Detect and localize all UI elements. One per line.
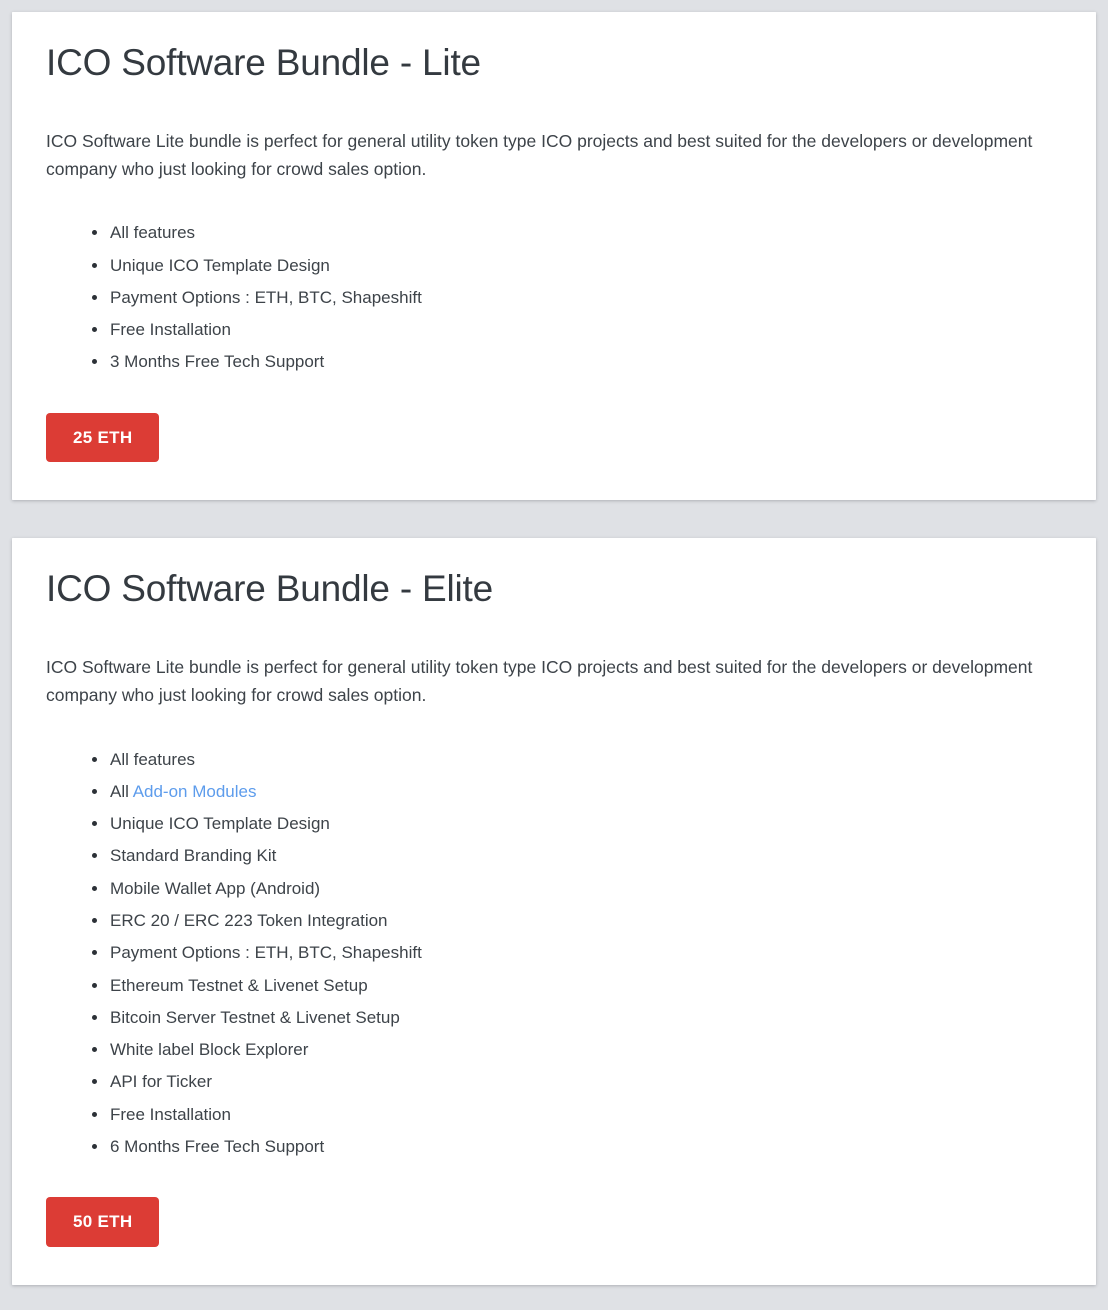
feature-list-item: Payment Options : ETH, BTC, Shapeshift [92,937,1062,969]
pricing-card-elite: ICO Software Bundle - Elite ICO Software… [12,538,1096,1285]
feature-list-item: Mobile Wallet App (Android) [92,873,1062,905]
bundle-description: ICO Software Lite bundle is perfect for … [46,130,1033,179]
feature-text: Free Installation [110,320,231,340]
feature-list-item: All features [92,217,1062,249]
feature-list-item: Free Installation [92,1099,1062,1131]
feature-text: Payment Options : ETH, BTC, Shapeshift [110,287,422,307]
feature-text: Unique ICO Template Design [110,255,330,275]
feature-text: All [110,781,133,801]
feature-text: Payment Options : ETH, BTC, Shapeshift [110,943,422,963]
feature-text: White label Block Explorer [110,1040,309,1060]
add-on-modules-link[interactable]: Add-on Modules [133,782,257,801]
feature-text: Bitcoin Server Testnet & Livenet Setup [110,1007,400,1027]
feature-list-item: Unique ICO Template Design [92,808,1062,840]
feature-list-item: 6 Months Free Tech Support [92,1131,1062,1163]
feature-text: Ethereum Testnet & Livenet Setup [110,975,368,995]
feature-text: Unique ICO Template Design [110,814,330,834]
feature-list-lite: All features Unique ICO Template Design Pa… [46,217,1062,378]
feature-text: Standard Branding Kit [110,846,277,866]
feature-list-item: Bitcoin Server Testnet & Livenet Setup [92,1002,1062,1034]
feature-list-item: ERC 20 / ERC 223 Token Integration [92,905,1062,937]
pricing-card-lite: ICO Software Bundle - Lite ICO Software … [12,12,1096,501]
feature-text: All features [110,223,196,243]
feature-text: Mobile Wallet App (Android) [110,878,321,898]
feature-text: Free Installation [110,1104,231,1124]
feature-text: ERC 20 / ERC 223 Token Integration [110,910,388,930]
feature-list-item: Ethereum Testnet & Livenet Setup [92,970,1062,1002]
bundle-description: ICO Software Lite bundle is perfect for … [46,656,1033,706]
feature-list-item: All features [92,744,1062,776]
feature-text: 6 Months Free Tech Support [110,1137,325,1157]
price-button-elite[interactable]: 50 ETH [46,1197,160,1247]
page-title: ICO Software Bundle - Elite [46,568,494,610]
feature-text: 3 Months Free Tech Support [110,352,325,372]
price-button-lite[interactable]: 25 ETH [46,412,160,463]
feature-list-item: Unique ICO Template Design [92,250,1062,282]
feature-list-item: Standard Branding Kit [92,840,1062,872]
feature-list-item: API for Ticker [92,1066,1062,1098]
feature-list-item: 3 Months Free Tech Support [92,346,1062,378]
page-container: ICO Software Bundle - Lite ICO Software … [0,0,1108,1300]
feature-list-item: White label Block Explorer [92,1034,1062,1066]
feature-text: All features [110,749,196,769]
page-title: ICO Software Bundle - Lite [46,42,481,83]
feature-list-item: Payment Options : ETH, BTC, Shapeshift [92,282,1062,314]
feature-list-item: All Add-on Modules [92,776,1062,808]
feature-text: API for Ticker [110,1072,213,1092]
feature-list-item: Free Installation [92,314,1062,346]
feature-list-elite: All features All Add-on Modules Unique ICO… [46,744,1062,1164]
